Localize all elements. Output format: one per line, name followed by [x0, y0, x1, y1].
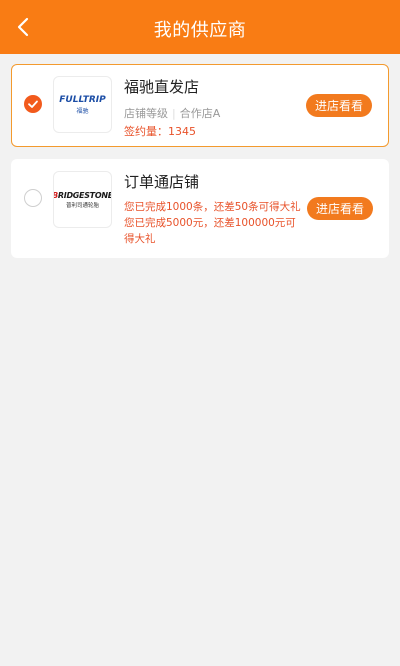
- logo-subtext: 普利司通轮胎: [65, 202, 99, 209]
- visit-store-button[interactable]: 进店看看: [307, 197, 373, 220]
- supplier-name: 订单通店铺: [124, 173, 200, 191]
- divider: |: [172, 107, 176, 120]
- unselected-radio[interactable]: [24, 189, 42, 207]
- supplier-logo: BRIDGESTONE 普利司通轮胎: [53, 171, 112, 228]
- sign-count: 签约量：1345: [124, 125, 196, 138]
- logo-text-main: RIDGESTONE: [57, 190, 112, 200]
- logo-text: BRIDGESTONE: [54, 190, 112, 200]
- logo-subtext: 福驰: [76, 107, 89, 115]
- checkmark-icon: [28, 100, 38, 108]
- supplier-name: 福驰直发店: [124, 78, 200, 96]
- visit-store-button[interactable]: 进店看看: [306, 94, 372, 117]
- promo-line: 您已完成1000条，还差50条可得大礼: [124, 201, 301, 213]
- page-title: 我的供应商: [153, 20, 247, 41]
- shop-level-label: 店铺等级: [124, 107, 168, 120]
- selected-radio[interactable]: [24, 95, 42, 113]
- logo-text: FULLTRIP: [59, 94, 106, 105]
- supplier-logo: FULLTRIP 福驰: [53, 76, 112, 133]
- supplier-card[interactable]: BRIDGESTONE 普利司通轮胎 订单通店铺 您已完成1000条，还差50条…: [11, 159, 389, 258]
- shop-level-value: 合作店A: [179, 107, 221, 120]
- top-navigation-bar: 我的供应商: [0, 0, 400, 54]
- supplier-card[interactable]: FULLTRIP 福驰 福驰直发店 店铺等级 | 合作店A 签约量：1345 进店看…: [11, 64, 389, 147]
- promo-text: 您已完成1000条，还差50条可得大礼 您已完成5000元，还差100000元可…: [124, 199, 304, 247]
- promo-line: 您已完成5000元，还差100000元可得大礼: [124, 217, 296, 245]
- shop-level: 店铺等级 | 合作店A: [124, 105, 220, 121]
